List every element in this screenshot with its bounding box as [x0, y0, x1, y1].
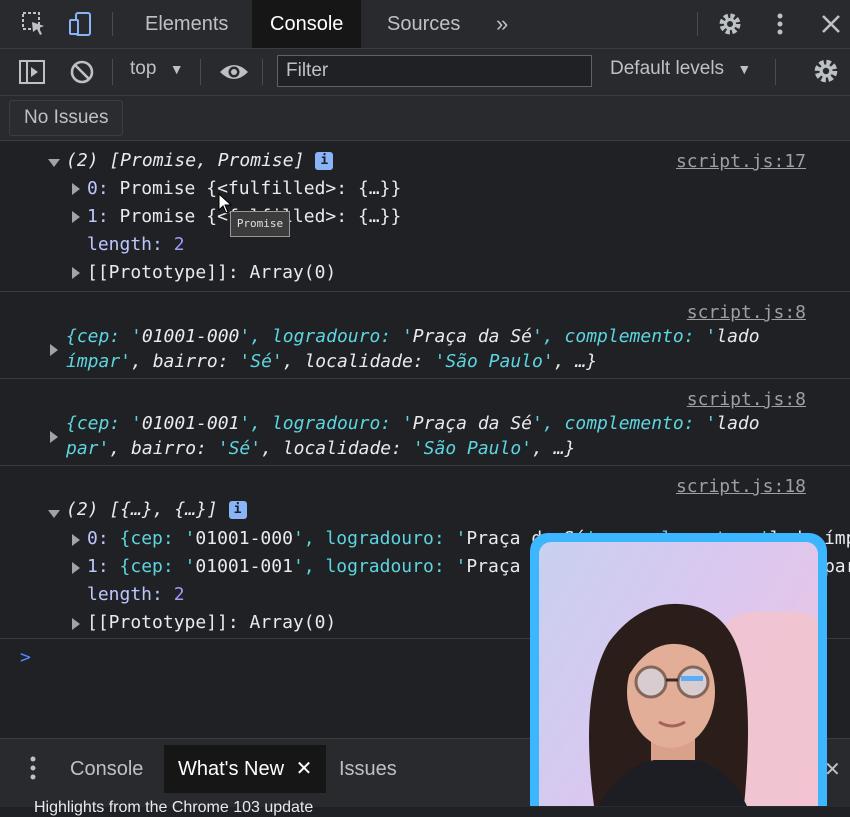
hover-tooltip: Promise [230, 211, 290, 237]
array-summary[interactable]: (2) [Promise, Promise] i [66, 150, 334, 171]
array-index: 0 [87, 528, 98, 549]
object-preview-line2[interactable]: par', bairro: 'Sé', localidade: 'São Pau… [66, 438, 575, 459]
expand-triangle-icon[interactable] [72, 562, 80, 574]
expand-triangle-icon[interactable] [50, 344, 58, 356]
console-message: script.js:17 (2) [Promise, Promise] i 0:… [0, 141, 850, 292]
divider [775, 59, 776, 85]
clear-console-icon[interactable] [68, 58, 96, 91]
console-settings-gear-icon[interactable] [812, 57, 840, 90]
prototype-row[interactable]: [[Prototype]]: Array(0) [87, 612, 336, 633]
more-tabs-button[interactable]: » [478, 0, 526, 48]
object-preview-line1[interactable]: {cep: '01001-000', logradouro: 'Praça da… [66, 326, 760, 347]
drawer-tab-console[interactable]: Console [56, 745, 157, 793]
mouse-cursor-icon [218, 192, 234, 219]
issues-button[interactable]: No Issues [9, 100, 124, 136]
console-prompt[interactable]: > [20, 647, 31, 668]
info-icon[interactable]: i [228, 501, 247, 519]
webcam-overlay [530, 533, 827, 806]
devtools-tab-bar: Elements Console Sources » [0, 0, 850, 49]
length-property: length: 2 [87, 584, 185, 605]
device-toolbar-icon[interactable] [66, 10, 94, 38]
chevron-down-icon: ▼ [169, 61, 184, 77]
tab-elements[interactable]: Elements [127, 0, 246, 48]
source-link[interactable]: script.js:8 [687, 302, 806, 323]
length-value: 2 [173, 584, 185, 605]
expand-triangle-icon[interactable] [72, 534, 80, 546]
log-levels-dropdown[interactable]: Default levels ▼ [610, 58, 751, 80]
live-expression-eye-icon[interactable] [218, 58, 250, 91]
array-item-value: Promise {<fulfilled>: {…}} [119, 178, 402, 199]
source-link[interactable]: script.js:17 [676, 151, 806, 172]
divider [697, 12, 698, 36]
kebab-menu-icon[interactable] [766, 10, 794, 38]
issues-bar: No Issues [0, 96, 850, 141]
array-summary[interactable]: (2) [{…}, {…}] i [66, 499, 247, 520]
array-index: 1 [87, 556, 98, 577]
array-summary-text: (2) [Promise, Promise] [66, 150, 305, 171]
expand-triangle-icon[interactable] [72, 267, 80, 279]
source-link[interactable]: script.js:18 [676, 476, 806, 497]
length-key: length [87, 584, 153, 605]
divider [200, 59, 201, 85]
info-icon[interactable]: i [315, 152, 334, 170]
chevron-down-icon: ▼ [737, 61, 752, 77]
array-index: 0 [87, 178, 98, 199]
inspect-element-icon[interactable] [20, 10, 48, 38]
settings-gear-icon[interactable] [716, 10, 744, 38]
array-index: 1 [87, 206, 98, 227]
presenter-video [539, 542, 818, 806]
expand-triangle-icon[interactable] [50, 431, 58, 443]
filter-input[interactable] [277, 55, 592, 87]
length-value: 2 [173, 234, 185, 255]
expand-triangle-icon[interactable] [72, 211, 80, 223]
expand-triangle-icon[interactable] [72, 183, 80, 195]
console-message: script.js:8 {cep: '01001-001', logradour… [0, 379, 850, 466]
close-icon[interactable]: ✕ [296, 758, 313, 780]
length-property: length: 2 [87, 234, 185, 255]
close-icon[interactable] [817, 10, 845, 38]
array-item[interactable]: 0: Promise {<fulfilled>: {…}} [87, 178, 401, 199]
divider [262, 59, 263, 85]
console-toolbar: top ▼ Default levels ▼ [0, 49, 850, 96]
context-selector[interactable]: top ▼ [130, 58, 184, 80]
presenter-image [589, 603, 818, 806]
drawer-menu-icon[interactable] [26, 755, 40, 786]
object-preview-line2[interactable]: ímpar', bairro: 'Sé', localidade: 'São P… [66, 351, 597, 372]
expand-triangle-icon[interactable] [48, 159, 60, 167]
expand-triangle-icon[interactable] [72, 618, 80, 630]
log-levels-label: Default levels [610, 58, 725, 79]
drawer-tab-issues[interactable]: Issues [325, 745, 411, 793]
tab-console[interactable]: Console [252, 0, 362, 48]
divider [112, 59, 113, 85]
sidebar-toggle-icon[interactable] [18, 59, 46, 90]
context-selector-label: top [130, 58, 157, 79]
object-preview-line1[interactable]: {cep: '01001-001', logradouro: 'Praça da… [66, 413, 760, 434]
length-key: length [87, 234, 153, 255]
tab-sources[interactable]: Sources [369, 0, 478, 48]
console-message: script.js:8 {cep: '01001-000', logradour… [0, 292, 850, 379]
drawer-tab-label: What's New [178, 758, 285, 780]
divider [112, 12, 113, 36]
source-link[interactable]: script.js:8 [687, 389, 806, 410]
prototype-row[interactable]: [[Prototype]]: Array(0) [87, 262, 336, 283]
array-summary-text: (2) [{…}, {…}] [66, 499, 218, 520]
drawer-tab-whats-new[interactable]: What's New ✕ [164, 745, 327, 793]
expand-triangle-icon[interactable] [48, 510, 60, 518]
whats-new-headline: Highlights from the Chrome 103 update [34, 799, 314, 816]
